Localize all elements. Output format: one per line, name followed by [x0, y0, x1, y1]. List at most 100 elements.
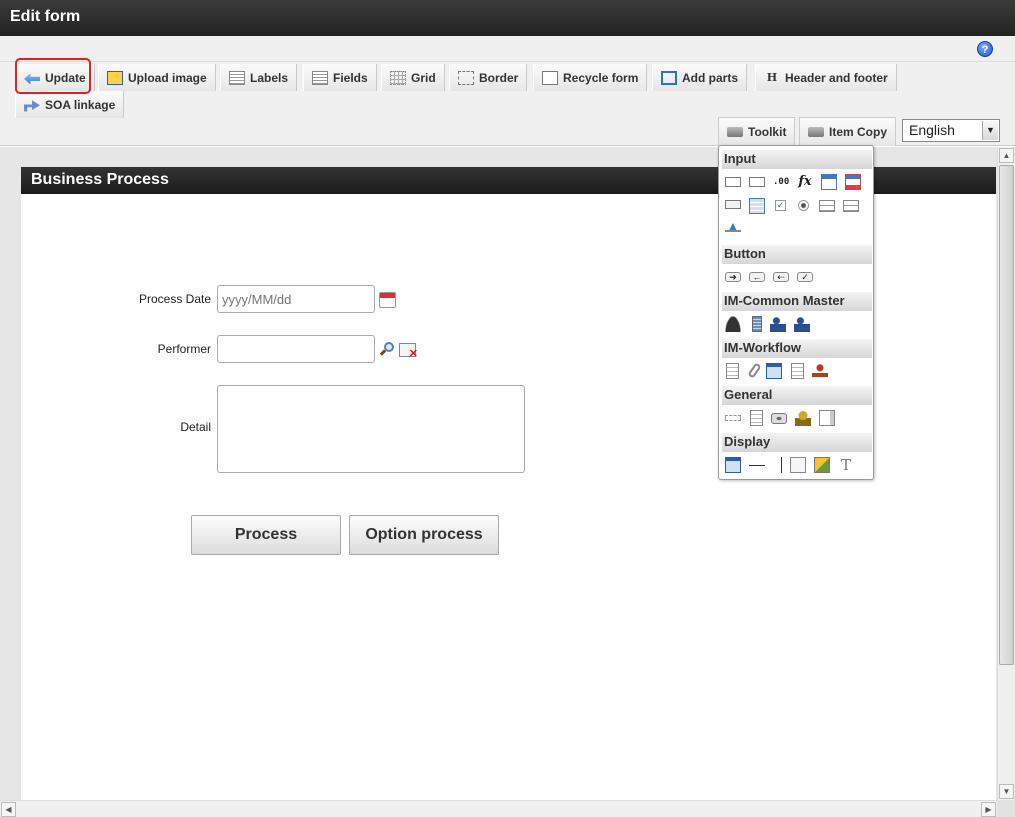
upload-icon[interactable]	[725, 219, 741, 238]
picture-icon[interactable]	[814, 457, 830, 473]
search-icon[interactable]	[379, 342, 394, 356]
section-general: General	[722, 386, 872, 405]
toolbox-icon	[727, 127, 743, 137]
upload-image-label: Upload image	[128, 70, 207, 85]
combobox-icon[interactable]	[725, 200, 741, 209]
soa-linkage-icon	[24, 100, 40, 112]
header-footer-button[interactable]: H Header and footer	[755, 64, 897, 91]
button-back-icon[interactable]: ←	[749, 272, 765, 282]
key-icon[interactable]	[795, 410, 811, 426]
listbox-icon[interactable]	[843, 200, 859, 212]
horizontal-scrollbar[interactable]: ◀ ▶	[0, 800, 997, 817]
item-copy-tab[interactable]: Item Copy	[799, 117, 897, 146]
detail-textarea[interactable]	[217, 385, 525, 473]
scroll-left-icon[interactable]: ◀	[1, 802, 16, 817]
toolbox-icon	[808, 127, 824, 137]
document-icon	[542, 70, 558, 85]
fields-label: Fields	[333, 70, 368, 85]
button-confirm-icon[interactable]: ✓	[797, 272, 813, 282]
paperclip-icon[interactable]	[747, 362, 762, 379]
number-icon[interactable]: .00	[773, 174, 789, 190]
camera-icon[interactable]	[771, 413, 787, 424]
scroll-thumb[interactable]	[999, 165, 1014, 665]
button-return-icon[interactable]: ⇠	[773, 272, 789, 282]
labels-label: Labels	[250, 70, 289, 85]
scroll-up-icon[interactable]: ▲	[999, 148, 1014, 163]
border-icon	[458, 70, 474, 85]
formula-icon[interactable]: fx	[797, 174, 813, 190]
group-icon[interactable]	[770, 316, 786, 332]
checkbox-icon[interactable]: ✓	[775, 200, 786, 211]
list-icon[interactable]	[819, 200, 835, 212]
horizontal-line-icon[interactable]	[749, 465, 765, 466]
radio-icon[interactable]	[798, 200, 809, 211]
calendar-icon[interactable]	[379, 292, 396, 308]
add-parts-button[interactable]: Add parts	[652, 64, 748, 91]
fields-button[interactable]: Fields	[303, 64, 377, 91]
upload-image-button[interactable]: Upload image	[98, 64, 216, 91]
update-highlight-frame	[15, 58, 91, 94]
frame-icon[interactable]	[819, 410, 835, 426]
section-common-master: IM-Common Master	[722, 292, 872, 311]
recycle-form-button[interactable]: Recycle form	[533, 64, 648, 91]
help-icon[interactable]: ?	[977, 41, 993, 57]
section-workflow: IM-Workflow	[722, 339, 872, 358]
recycle-form-label: Recycle form	[563, 70, 639, 85]
hidden-field-icon[interactable]	[725, 415, 741, 421]
soa-linkage-button[interactable]: SOA linkage	[15, 91, 125, 118]
process-button[interactable]: Process	[191, 515, 341, 555]
header-footer-label: Header and footer	[785, 70, 888, 85]
vertical-line-icon[interactable]	[781, 457, 782, 473]
date-icon[interactable]	[821, 174, 837, 190]
history-icon[interactable]	[791, 363, 804, 379]
grid-label: Grid	[411, 70, 436, 85]
scroll-down-icon[interactable]: ▼	[999, 784, 1014, 799]
window-title: Edit form	[0, 0, 1015, 36]
section-button: Button	[722, 245, 872, 264]
window-icon[interactable]	[766, 363, 782, 379]
building-icon[interactable]	[752, 316, 762, 332]
stamp-icon[interactable]	[812, 363, 828, 379]
grid-icon	[390, 70, 406, 85]
labels-button[interactable]: Labels	[220, 64, 298, 91]
toolkit-label: Toolkit	[748, 125, 787, 139]
table-icon[interactable]	[749, 198, 765, 214]
add-parts-icon	[661, 70, 677, 85]
toolkit-palette: Input .00 fx ✓ Button ➔ ← ⇠ ✓ IM-Common …	[718, 145, 874, 480]
soa-linkage-label: SOA linkage	[45, 97, 116, 112]
role-icon[interactable]	[794, 316, 810, 332]
textbox-image-icon[interactable]	[749, 177, 765, 187]
vertical-scrollbar[interactable]: ▲ ▼	[997, 147, 1015, 800]
border-button[interactable]: Border	[449, 64, 528, 91]
note-icon[interactable]	[750, 410, 763, 426]
label-icon[interactable]	[725, 457, 741, 473]
button-next-icon[interactable]: ➔	[725, 272, 741, 282]
add-parts-label: Add parts	[682, 70, 739, 85]
scrollbar-corner	[997, 800, 1015, 817]
chevron-down-icon[interactable]: ▼	[982, 121, 998, 140]
item-copy-label: Item Copy	[829, 125, 888, 139]
header-icon: H	[766, 70, 778, 84]
process-date-label: Process Date	[138, 292, 211, 306]
user-icon[interactable]	[725, 316, 741, 332]
labels-icon	[229, 70, 245, 85]
fields-icon	[312, 70, 328, 85]
image-icon	[107, 70, 123, 85]
performer-field[interactable]	[217, 335, 375, 363]
text-icon[interactable]: T	[838, 457, 854, 473]
grid-button[interactable]: Grid	[381, 64, 445, 91]
box-icon[interactable]	[790, 457, 806, 473]
language-select[interactable]: English ▼	[902, 119, 1000, 142]
language-value: English	[909, 122, 955, 138]
textbox-icon[interactable]	[725, 177, 741, 187]
clear-icon[interactable]	[399, 343, 418, 360]
option-process-button[interactable]: Option process	[349, 515, 499, 555]
process-date-field[interactable]	[217, 285, 375, 313]
detail-label: Detail	[180, 420, 211, 434]
toolkit-tab[interactable]: Toolkit	[718, 117, 796, 146]
performer-label: Performer	[157, 342, 211, 356]
date-range-icon[interactable]	[845, 174, 861, 190]
help-bar: ?	[0, 36, 1015, 62]
clipboard-icon[interactable]	[726, 363, 739, 379]
scroll-right-icon[interactable]: ▶	[981, 802, 996, 817]
